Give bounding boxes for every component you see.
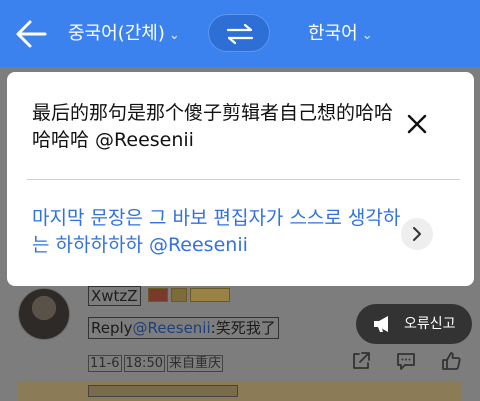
comment-icon[interactable] xyxy=(395,350,417,372)
report-error-label: 오류신고 xyxy=(404,316,456,332)
reply-body: :笑死我了 xyxy=(210,319,276,337)
divider xyxy=(27,179,460,180)
translation-popup: 最后的那句是那个傻子剪辑者自己想的哈哈哈哈哈 @Reesenii 마지막 문장은… xyxy=(7,72,474,286)
comment-time: 18:50 xyxy=(123,355,165,372)
rank-badge-icon xyxy=(171,288,187,302)
chevron-right-icon xyxy=(413,227,421,241)
thumbs-up-icon[interactable] xyxy=(440,350,462,372)
level-badge xyxy=(148,288,168,302)
fan-badge xyxy=(190,288,230,302)
comment-username[interactable]: XwtzZ xyxy=(88,286,141,306)
source-language-selector[interactable]: 중국어(간체) ⌄ xyxy=(68,22,180,48)
translated-text: 마지막 문장은 그 바보 편집자가 스스로 생각하는 하하하하하 @Reesen… xyxy=(32,207,401,256)
target-language-label: 한국어 xyxy=(308,23,358,44)
target-language-selector[interactable]: 한국어 ⌄ xyxy=(308,22,373,48)
comment-text: Reply@Reesenii:笑死我了 xyxy=(88,317,279,339)
comment-location: 来自重庆 xyxy=(166,355,223,372)
user-badges xyxy=(148,288,233,307)
megaphone-icon xyxy=(374,316,388,332)
swap-languages-button[interactable] xyxy=(208,14,270,52)
comment-actions xyxy=(350,350,470,372)
source-language-label: 중국어(간체) xyxy=(68,23,165,44)
swap-arrows-icon xyxy=(226,23,254,45)
reply-prefix: Reply xyxy=(91,319,133,337)
chevron-down-icon: ⌄ xyxy=(168,28,180,43)
avatar[interactable] xyxy=(18,288,70,340)
share-icon[interactable] xyxy=(350,350,372,372)
translate-topbar: 중국어(간체) ⌄ 한국어 ⌄ xyxy=(0,0,480,67)
chevron-down-icon: ⌄ xyxy=(361,28,373,43)
report-error-button[interactable]: 오류신고 xyxy=(356,304,472,344)
comment-date: 11-6 xyxy=(88,355,122,372)
arrow-left-icon xyxy=(16,20,47,48)
translation-detail-button[interactable] xyxy=(401,218,433,250)
close-button[interactable] xyxy=(405,112,429,136)
comment-meta: 11-6 18:50 来自重庆 xyxy=(88,352,225,372)
close-icon xyxy=(407,114,427,134)
obscured-text xyxy=(88,385,238,397)
back-button[interactable] xyxy=(14,18,48,50)
next-comment-preview xyxy=(18,381,462,401)
mention-link[interactable]: @Reesenii xyxy=(133,319,211,337)
source-text: 最后的那句是那个傻子剪辑者自己想的哈哈哈哈哈 @Reesenii xyxy=(32,102,394,151)
